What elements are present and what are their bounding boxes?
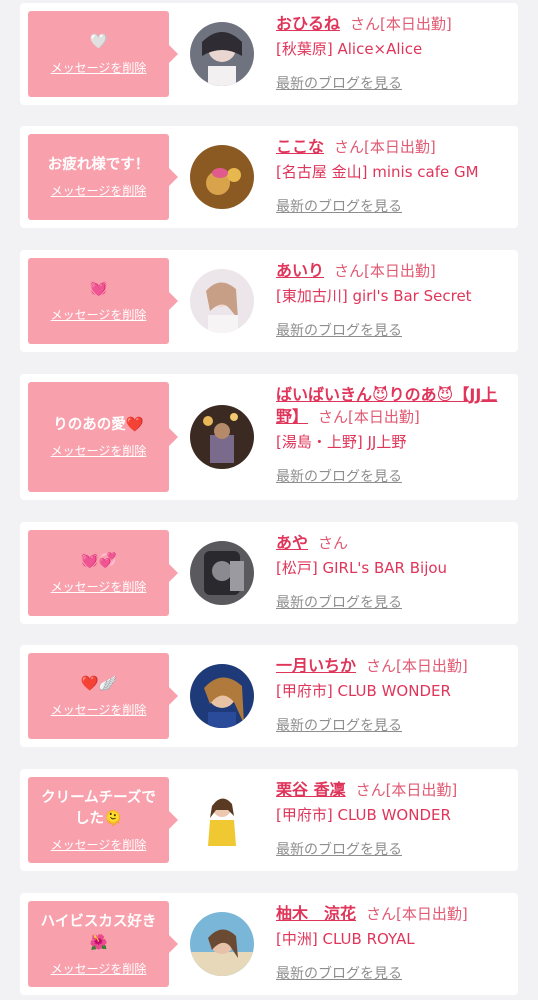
message-card: りのあの愛❤️ メッセージを削除 ばいばいきん😈りのあ😈【JJ上野】 さん[本日出… bbox=[20, 374, 518, 500]
message-bubble: 💓 メッセージを削除 bbox=[28, 258, 178, 344]
girl-status: さん[本日出勤] bbox=[366, 905, 468, 923]
shop-name: [東加古川] girl's Bar Secret bbox=[276, 287, 472, 305]
shop-name: [甲府市] CLUB WONDER bbox=[276, 682, 451, 700]
latest-blog-link[interactable]: 最新のブログを見る bbox=[276, 963, 510, 983]
message-card: ❤️🪽 メッセージを削除 一月いちか さん[本日出勤] [甲府市] CLUB WO… bbox=[20, 645, 518, 747]
girl-info: 柚木 涼花 さん[本日出勤] [中洲] CLUB ROYAL 最新のブログを見る bbox=[276, 903, 510, 983]
shop-name: [甲府市] CLUB WONDER bbox=[276, 806, 451, 824]
shop-name: [名古屋 金山] minis cafe GM bbox=[276, 163, 479, 181]
girl-status: さん[本日出勤] bbox=[350, 15, 452, 33]
delete-message-link[interactable]: メッセージを削除 bbox=[51, 442, 147, 459]
shop-name: [秋葉原] Alice×Alice bbox=[276, 40, 423, 58]
girl-status: さん[本日出勤] bbox=[318, 408, 420, 426]
delete-message-link[interactable]: メッセージを削除 bbox=[51, 182, 147, 199]
message-bubble: りのあの愛❤️ メッセージを削除 bbox=[28, 382, 178, 492]
girl-status: さん[本日出勤] bbox=[355, 781, 458, 799]
girl-name-link[interactable]: ここな bbox=[276, 137, 324, 156]
girl-info: あいり さん[本日出勤] [東加古川] girl's Bar Secret 最新の… bbox=[276, 260, 510, 340]
girl-name-link[interactable]: あや bbox=[276, 533, 308, 552]
message-text: ❤️🪽 bbox=[80, 676, 117, 692]
girl-name-link[interactable]: 柚木 涼花 bbox=[276, 904, 356, 923]
girl-status: さん[本日出勤] bbox=[366, 657, 468, 675]
latest-blog-link[interactable]: 最新のブログを見る bbox=[276, 196, 510, 216]
shop-name: [松戸] GIRL's BAR Bijou bbox=[276, 559, 448, 577]
delete-message-link[interactable]: メッセージを削除 bbox=[51, 836, 147, 853]
girl-name-link[interactable]: 一月いちか bbox=[276, 656, 356, 675]
latest-blog-link[interactable]: 最新のブログを見る bbox=[276, 73, 510, 93]
message-card: クリームチーズでした🫠 メッセージを削除 栗谷 香凜 さん[本日出勤] [甲府市]… bbox=[20, 769, 518, 871]
girl-info: ばいばいきん😈りのあ😈【JJ上野】 さん[本日出勤] [湯島・上野] JJ上野 最… bbox=[276, 384, 510, 486]
message-card: 💓💞 メッセージを削除 あや さん [松戸] GIRL's BAR Bijou 最… bbox=[20, 522, 518, 624]
delete-message-link[interactable]: メッセージを削除 bbox=[51, 578, 147, 595]
avatar[interactable] bbox=[190, 664, 254, 728]
message-card: ハイビスカス好き🌺 メッセージを削除 柚木 涼花 さん[本日出勤] [中洲] CL… bbox=[20, 893, 518, 995]
avatar[interactable] bbox=[190, 145, 254, 209]
delete-message-link[interactable]: メッセージを削除 bbox=[51, 960, 147, 977]
shop-name: [湯島・上野] JJ上野 bbox=[276, 433, 407, 451]
message-bubble: 💓💞 メッセージを削除 bbox=[28, 530, 178, 616]
delete-message-link[interactable]: メッセージを削除 bbox=[51, 306, 147, 323]
girl-status: さん bbox=[318, 534, 349, 552]
girl-info: あや さん [松戸] GIRL's BAR Bijou 最新のブログを見る bbox=[276, 532, 510, 612]
latest-blog-link[interactable]: 最新のブログを見る bbox=[276, 592, 510, 612]
message-text: クリームチーズでした🫠 bbox=[41, 789, 156, 827]
girl-name-link[interactable]: 栗谷 香凜 bbox=[276, 780, 346, 799]
message-text: 💓 bbox=[89, 281, 108, 297]
message-text: 💓💞 bbox=[80, 553, 117, 569]
delete-message-link[interactable]: メッセージを削除 bbox=[51, 701, 147, 718]
avatar[interactable] bbox=[190, 405, 254, 469]
message-text: ハイビスカス好き🌺 bbox=[40, 913, 157, 951]
shop-name: [中洲] CLUB ROYAL bbox=[276, 930, 415, 948]
avatar[interactable] bbox=[190, 541, 254, 605]
latest-blog-link[interactable]: 最新のブログを見る bbox=[276, 466, 510, 486]
latest-blog-link[interactable]: 最新のブログを見る bbox=[276, 320, 510, 340]
girl-status: さん[本日出勤] bbox=[334, 138, 436, 156]
girl-info: 栗谷 香凜 さん[本日出勤] [甲府市] CLUB WONDER 最新のブログを見… bbox=[276, 779, 510, 859]
message-bubble: クリームチーズでした🫠 メッセージを削除 bbox=[28, 777, 178, 863]
message-text: りのあの愛❤️ bbox=[53, 417, 144, 433]
avatar[interactable] bbox=[190, 788, 254, 852]
girl-info: おひるね さん[本日出勤] [秋葉原] Alice×Alice 最新のブログを見る bbox=[276, 13, 510, 93]
message-text: 🤍 bbox=[89, 34, 108, 50]
girl-name-link[interactable]: おひるね bbox=[276, 14, 340, 33]
girl-name-link[interactable]: あいり bbox=[276, 261, 324, 280]
message-bubble: ハイビスカス好き🌺 メッセージを削除 bbox=[28, 901, 178, 987]
message-card: 💓 メッセージを削除 あいり さん[本日出勤] [東加古川] girl's Bar… bbox=[20, 250, 518, 352]
avatar[interactable] bbox=[190, 912, 254, 976]
delete-message-link[interactable]: メッセージを削除 bbox=[51, 59, 147, 76]
girl-status: さん[本日出勤] bbox=[334, 262, 436, 280]
message-bubble: ❤️🪽 メッセージを削除 bbox=[28, 653, 178, 739]
message-card: お疲れ様です！ メッセージを削除 ここな さん[本日出勤] [名古屋 金山] mi… bbox=[20, 126, 518, 228]
latest-blog-link[interactable]: 最新のブログを見る bbox=[276, 839, 510, 859]
message-bubble: お疲れ様です！ メッセージを削除 bbox=[28, 134, 178, 220]
girl-info: ここな さん[本日出勤] [名古屋 金山] minis cafe GM 最新のブロ… bbox=[276, 136, 510, 216]
avatar[interactable] bbox=[190, 22, 254, 86]
message-text: お疲れ様です！ bbox=[47, 157, 150, 173]
message-bubble: 🤍 メッセージを削除 bbox=[28, 11, 178, 97]
message-card: 🤍 メッセージを削除 おひるね さん[本日出勤] [秋葉原] Alice×Alic… bbox=[20, 3, 518, 105]
avatar[interactable] bbox=[190, 269, 254, 333]
girl-info: 一月いちか さん[本日出勤] [甲府市] CLUB WONDER 最新のブログを見… bbox=[276, 655, 510, 735]
latest-blog-link[interactable]: 最新のブログを見る bbox=[276, 715, 510, 735]
